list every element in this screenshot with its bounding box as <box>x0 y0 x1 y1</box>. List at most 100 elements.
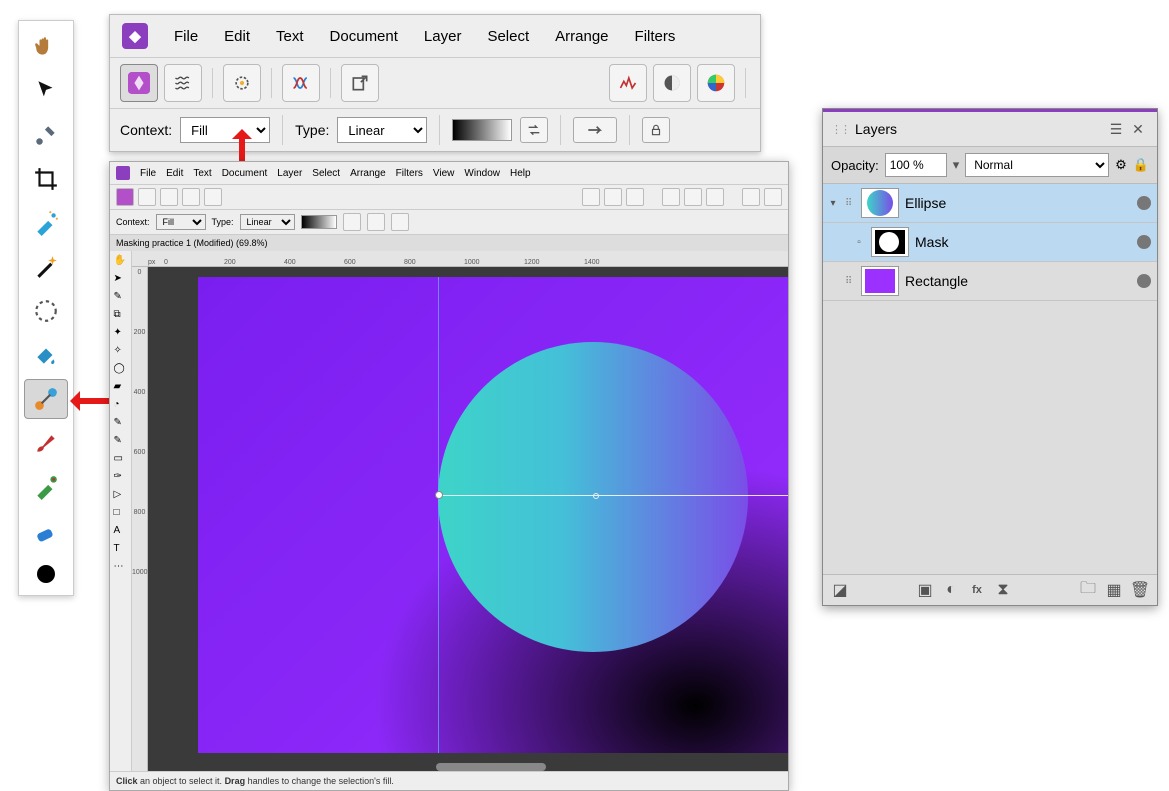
color-picker-tool[interactable] <box>24 115 68 155</box>
menu-sm-view[interactable]: View <box>433 168 455 179</box>
dt-grad[interactable]: ◔ <box>114 399 128 413</box>
drag-handle-icon[interactable]: ⠿ <box>845 198 855 209</box>
reverse-gradient-button[interactable] <box>520 117 548 143</box>
gradient-stop-mid[interactable] <box>593 493 599 499</box>
flood-fill-tool[interactable] <box>24 335 68 375</box>
fg-color-swatch[interactable] <box>37 565 55 583</box>
ctx-sm-lock[interactable] <box>391 213 409 231</box>
menu-arrange[interactable]: Arrange <box>555 28 608 45</box>
gradient-stop-start[interactable] <box>435 491 443 499</box>
ctx-sm-type[interactable]: Linear <box>240 214 295 230</box>
menu-document[interactable]: Document <box>330 28 398 45</box>
sm-btn-e[interactable] <box>764 188 782 206</box>
menu-sm-window[interactable]: Window <box>464 168 500 179</box>
dt-more[interactable]: ⋯ <box>114 561 128 575</box>
context-fill-select[interactable]: Fill <box>180 117 270 143</box>
sm-btn-b[interactable] <box>684 188 702 206</box>
heal-tool[interactable] <box>24 203 68 243</box>
tone-map-persona-button[interactable] <box>282 64 320 102</box>
scope-button[interactable] <box>609 64 647 102</box>
menu-filters[interactable]: Filters <box>635 28 676 45</box>
menu-sm-document[interactable]: Document <box>222 168 268 179</box>
dt-text2[interactable]: T <box>114 543 128 557</box>
paint-brush-tool[interactable] <box>24 423 68 463</box>
layer-blend-button[interactable]: ◪ <box>831 581 849 599</box>
adj-sm[interactable] <box>604 188 622 206</box>
dt-pen[interactable]: ✑ <box>114 471 128 485</box>
drag-handle-icon[interactable]: ⠿ <box>845 276 855 287</box>
layer-row-rectangle[interactable]: ⠿ Rectangle <box>823 262 1157 301</box>
adjustment-button[interactable] <box>653 64 691 102</box>
eraser-tool[interactable] <box>24 511 68 551</box>
layer-lock-button[interactable]: 🔒 <box>1133 157 1149 173</box>
persona-sm-3[interactable] <box>160 188 178 206</box>
dt-heal[interactable]: ✦ <box>114 327 128 341</box>
persona-sm-4[interactable] <box>182 188 200 206</box>
group-layers-button[interactable]: 🗀 <box>1079 581 1097 599</box>
menu-layer[interactable]: Layer <box>424 28 462 45</box>
wheel-sm[interactable] <box>626 188 644 206</box>
crop-tool[interactable] <box>24 159 68 199</box>
add-layer-button[interactable]: ▦ <box>1105 581 1123 599</box>
photo-persona-button[interactable] <box>120 64 158 102</box>
panel-grip-icon[interactable]: ⋮⋮ <box>831 123 849 136</box>
marquee-tool[interactable] <box>24 291 68 331</box>
visibility-toggle[interactable] <box>1137 235 1151 249</box>
expand-toggle-icon[interactable]: ▫ <box>853 237 865 248</box>
opacity-input[interactable] <box>885 153 947 177</box>
menu-sm-edit[interactable]: Edit <box>166 168 183 179</box>
liquify-persona-button[interactable] <box>164 64 202 102</box>
horizontal-scroll-thumb[interactable] <box>436 763 546 771</box>
visibility-toggle[interactable] <box>1137 274 1151 288</box>
menu-sm-select[interactable]: Select <box>312 168 340 179</box>
delete-layer-button[interactable]: 🗑 <box>1131 581 1149 599</box>
panel-menu-button[interactable]: ☰ <box>1105 118 1127 140</box>
develop-persona-button[interactable] <box>223 64 261 102</box>
ctx-sm-rot[interactable] <box>367 213 385 231</box>
fx-layer-button[interactable]: fx <box>968 581 986 599</box>
grad-prev-sm[interactable] <box>301 215 337 229</box>
menu-text[interactable]: Text <box>276 28 304 45</box>
dt-pick[interactable]: ✎ <box>114 291 128 305</box>
dt-brush[interactable]: ✎ <box>114 417 128 431</box>
menu-edit[interactable]: Edit <box>224 28 250 45</box>
layer-settings-button[interactable]: ⚙ <box>1115 157 1127 173</box>
menu-sm-file[interactable]: File <box>140 168 156 179</box>
opacity-chevron-icon[interactable]: ▾ <box>953 157 960 173</box>
magic-wand-tool[interactable] <box>24 247 68 287</box>
dt-wand[interactable]: ✧ <box>114 345 128 359</box>
crop-layer-button[interactable]: ⧗ <box>994 581 1012 599</box>
dt-marq[interactable]: ◯ <box>114 363 128 377</box>
visibility-toggle[interactable] <box>1137 196 1151 210</box>
document-tab[interactable]: Masking practice 1 (Modified) (69.8%) <box>110 234 788 251</box>
panel-close-button[interactable]: ✕ <box>1127 118 1149 140</box>
dt-fill[interactable]: ▰ <box>114 381 128 395</box>
scope-sm[interactable] <box>582 188 600 206</box>
blend-mode-select[interactable]: Normal <box>965 153 1109 177</box>
layer-name[interactable]: Mask <box>915 234 1131 250</box>
gradient-type-select[interactable]: Linear <box>337 117 427 143</box>
mask-layer-button[interactable]: ▣ <box>916 581 934 599</box>
menu-sm-arrange[interactable]: Arrange <box>350 168 386 179</box>
persona-sm-2[interactable] <box>138 188 156 206</box>
gradient-preview[interactable] <box>452 119 512 141</box>
dt-erase[interactable]: ▭ <box>114 453 128 467</box>
lock-aspect-button[interactable] <box>642 117 670 143</box>
dt-rect[interactable]: □ <box>114 507 128 521</box>
layer-row-mask[interactable]: ▫ Mask <box>823 223 1157 262</box>
ctx-sm-rev[interactable] <box>343 213 361 231</box>
menu-file[interactable]: File <box>174 28 198 45</box>
layer-name[interactable]: Ellipse <box>905 195 1131 211</box>
hand-tool[interactable] <box>24 27 68 67</box>
dt-hand[interactable]: ✋ <box>114 255 128 269</box>
menu-sm-help[interactable]: Help <box>510 168 531 179</box>
menu-select[interactable]: Select <box>487 28 529 45</box>
dt-col[interactable]: ✎ <box>114 435 128 449</box>
sm-btn-c[interactable] <box>706 188 724 206</box>
adjustment-layer-button[interactable]: ◐ <box>942 581 960 599</box>
layer-name[interactable]: Rectangle <box>905 273 1131 289</box>
sm-btn-d[interactable] <box>742 188 760 206</box>
dt-move[interactable]: ➤ <box>114 273 128 287</box>
move-tool[interactable] <box>24 71 68 111</box>
dt-crop[interactable]: ⧉ <box>114 309 128 323</box>
